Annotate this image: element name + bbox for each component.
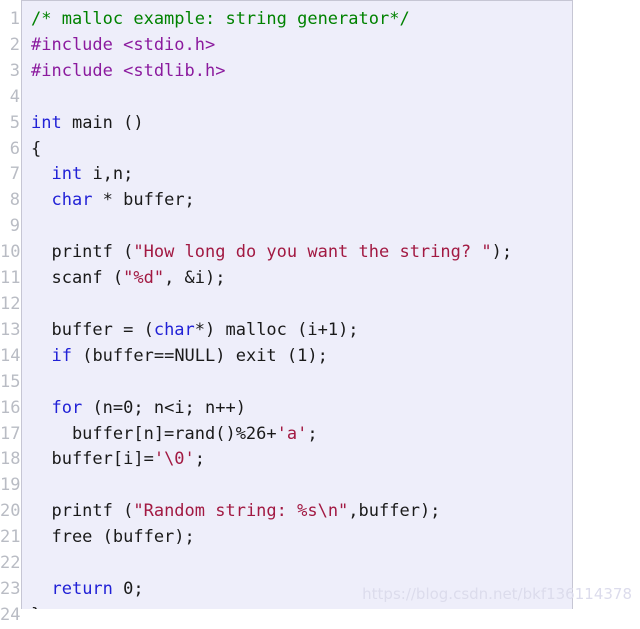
code-line[interactable]: buffer[i]='\0';: [31, 447, 572, 473]
token-keyword: for: [51, 397, 83, 418]
code-line[interactable]: {: [31, 137, 572, 163]
line-number: 13: [0, 319, 21, 340]
line-number: 2: [9, 34, 20, 55]
code-line[interactable]: buffer[n]=rand()%26+'a';: [31, 422, 572, 448]
code-line[interactable]: #include <stdlib.h>: [31, 59, 572, 85]
code-content-pane[interactable]: /* malloc example: string generator*/ #in…: [21, 0, 573, 609]
line-number: 7: [9, 164, 20, 185]
token-plain: printf (: [31, 501, 134, 522]
token-plain: buffer[n]=rand()%26+: [31, 423, 277, 444]
token-comment: /* malloc example: string generator*/: [31, 9, 410, 29]
token-plain: ;: [307, 423, 318, 444]
line-number: 15: [0, 371, 21, 392]
token-plain: *) malloc (i+1);: [194, 319, 359, 340]
code-line[interactable]: [31, 551, 572, 577]
code-line[interactable]: return 0;: [31, 577, 572, 603]
token-plain: * buffer;: [92, 190, 195, 211]
code-line[interactable]: printf ("Random string: %s\n",buffer);: [31, 499, 572, 525]
token-keyword: int: [51, 164, 83, 185]
line-number: 4: [9, 86, 20, 107]
token-string: "Random string: %s\n": [133, 501, 349, 522]
line-number: 18: [0, 449, 21, 470]
code-line[interactable]: [31, 292, 572, 318]
code-line[interactable]: printf ("How long do you want the string…: [31, 240, 572, 266]
token-string: "How long do you want the string? ": [133, 242, 492, 263]
token-plain: , &i);: [164, 268, 226, 289]
line-number-gutter: 1 2 3 4 5 6 7 8 9 10 11 12 13 14 15 16 17 18 19 20 21 22 23 24: [0, 0, 21, 629]
token-preprocessor: #include <stdio.h>: [31, 34, 216, 55]
line-number: 17: [0, 423, 21, 444]
line-number: 14: [0, 345, 21, 366]
token-keyword: return: [51, 578, 113, 599]
code-line[interactable]: #include <stdio.h>: [31, 33, 572, 59]
token-preprocessor: #include <stdlib.h>: [31, 60, 226, 81]
line-number: 8: [9, 190, 20, 211]
token-plain: buffer = (: [31, 319, 154, 340]
line-number: 20: [0, 501, 21, 522]
line-number: 19: [0, 475, 21, 496]
token-string: "%d": [123, 268, 165, 289]
token-keyword: if: [51, 345, 72, 366]
line-number: 11: [0, 268, 21, 289]
line-number: 12: [0, 293, 21, 314]
token-plain: free (buffer);: [31, 527, 195, 548]
code-line[interactable]: [31, 473, 572, 499]
code-line[interactable]: buffer = (char*) malloc (i+1);: [31, 318, 572, 344]
token-plain: (buffer==NULL) exit (1);: [71, 345, 328, 366]
line-number: 24: [0, 604, 21, 625]
token-plain: ;: [194, 449, 206, 470]
token-plain: 0;: [112, 578, 144, 599]
line-number: 21: [0, 527, 21, 548]
token-keyword: char: [51, 190, 93, 211]
token-plain: i,n;: [82, 164, 134, 185]
token-plain: }: [31, 605, 41, 609]
token-keyword: int: [31, 112, 62, 133]
line-number: 22: [0, 553, 21, 574]
token-plain: scanf (: [31, 268, 124, 289]
token-plain: ,buffer);: [348, 501, 441, 522]
token-string: 'a': [276, 423, 308, 444]
code-line[interactable]: for (n=0; n<i; n++): [31, 396, 572, 422]
code-line[interactable]: [31, 214, 572, 240]
code-line[interactable]: if (buffer==NULL) exit (1);: [31, 344, 572, 370]
code-line[interactable]: int main (): [31, 111, 572, 137]
line-number: 10: [0, 242, 21, 263]
token-plain: );: [491, 242, 513, 263]
line-number: 16: [0, 397, 21, 418]
token-plain: printf (: [31, 242, 134, 263]
line-number: 6: [9, 138, 20, 159]
line-number: 23: [0, 578, 21, 599]
code-line[interactable]: /* malloc example: string generator*/: [31, 7, 572, 33]
code-block: 1 2 3 4 5 6 7 8 9 10 11 12 13 14 15 16 17 18 19 20 21 22 23 24 …: [0, 0, 640, 629]
code-line[interactable]: int i,n;: [31, 162, 572, 188]
token-string: '\0': [153, 449, 195, 470]
code-line[interactable]: [31, 85, 572, 111]
code-line[interactable]: }: [31, 603, 572, 609]
token-keyword: char: [153, 319, 195, 340]
token-plain: buffer[i]=: [31, 449, 154, 470]
line-number: 9: [9, 216, 20, 237]
code-line[interactable]: [31, 370, 572, 396]
line-number: 1: [9, 9, 20, 29]
line-number: 5: [9, 112, 20, 133]
code-line[interactable]: char * buffer;: [31, 188, 572, 214]
code-line[interactable]: free (buffer);: [31, 525, 572, 551]
token-plain: (n=0; n<i; n++): [82, 397, 246, 418]
line-number: 3: [9, 60, 20, 81]
token-plain: {: [31, 138, 42, 159]
code-line[interactable]: scanf ("%d", &i);: [31, 266, 572, 292]
token-plain: main (): [61, 112, 144, 133]
